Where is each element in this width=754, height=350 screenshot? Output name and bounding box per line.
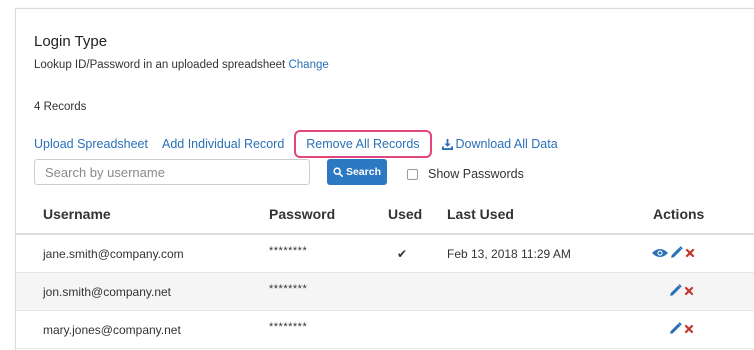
table-row: mary.jones@company.net ******** [16, 311, 754, 349]
login-settings-panel: Login Type Lookup ID/Password in an uplo… [15, 8, 754, 350]
delete-x-icon[interactable] [685, 248, 695, 258]
column-header-actions: Actions [653, 206, 705, 222]
row-username: jon.smith@company.net [43, 285, 172, 299]
show-passwords-checkbox[interactable] [407, 168, 418, 180]
login-type-text: Lookup ID/Password in an uploaded spread… [34, 59, 286, 71]
row-username: mary.jones@company.net [43, 323, 181, 337]
download-icon [441, 138, 453, 150]
column-header-username[interactable]: Username [43, 206, 111, 222]
download-all-data-label: Download All Data [455, 137, 558, 151]
column-header-last-used[interactable]: Last Used [447, 206, 514, 222]
show-passwords-label: Show Passwords [428, 167, 524, 181]
delete-x-icon[interactable] [684, 286, 694, 296]
row-last-used: Feb 13, 2018 11:29 AM [447, 247, 571, 261]
login-type-title: Login Type [34, 33, 108, 50]
login-type-description: Lookup ID/Password in an uploaded spread… [34, 59, 329, 71]
add-individual-record-link[interactable]: Add Individual Record [162, 137, 284, 151]
row-actions [669, 284, 694, 297]
table-header: Username Password Used Last Used Actions [16, 197, 754, 235]
change-login-type-link[interactable]: Change [288, 59, 328, 71]
view-eye-icon[interactable] [652, 247, 668, 259]
search-button-label: Search [345, 166, 381, 178]
edit-pencil-icon[interactable] [669, 284, 682, 297]
download-all-data-link[interactable]: Download All Data [441, 137, 558, 151]
row-password: ******** [269, 283, 308, 295]
search-icon [333, 167, 343, 177]
column-header-password[interactable]: Password [269, 206, 335, 222]
row-username: jane.smith@company.com [43, 247, 184, 261]
records-count: 4 Records [34, 101, 87, 113]
edit-pencil-icon[interactable] [669, 322, 682, 335]
row-actions [669, 322, 694, 335]
search-username-input[interactable] [34, 159, 310, 185]
used-check-icon: ✔ [397, 247, 408, 261]
records-actions-bar: Upload Spreadsheet Add Individual Record… [34, 130, 572, 158]
delete-x-icon[interactable] [684, 324, 694, 334]
row-password: ******** [269, 321, 308, 333]
table-row: jon.smith@company.net ******** [16, 273, 754, 311]
search-button[interactable]: Search [327, 159, 387, 185]
row-actions [652, 246, 695, 259]
remove-all-records-link[interactable]: Remove All Records [294, 130, 432, 158]
column-header-used[interactable]: Used [388, 206, 422, 222]
edit-pencil-icon[interactable] [670, 246, 683, 259]
table-row: jane.smith@company.com ******** ✔ Feb 13… [16, 235, 754, 273]
show-passwords-toggle[interactable]: Show Passwords [407, 167, 524, 181]
row-password: ******** [269, 245, 308, 257]
upload-spreadsheet-link[interactable]: Upload Spreadsheet [34, 137, 148, 151]
